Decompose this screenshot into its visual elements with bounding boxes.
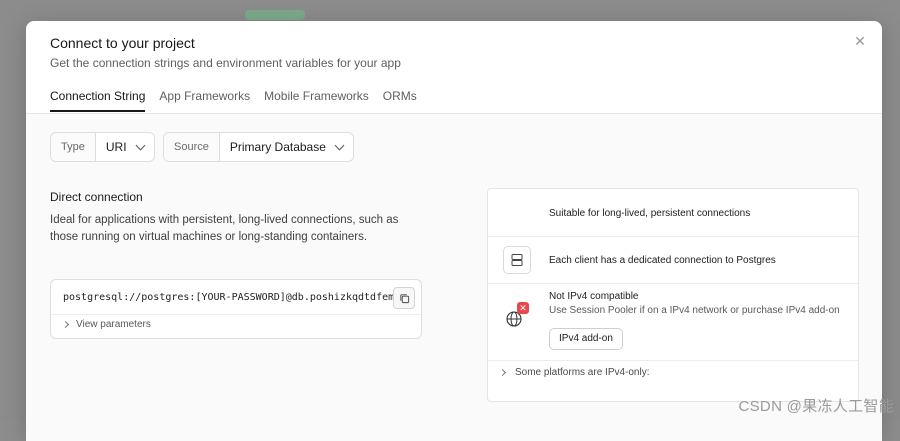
feature-row-suitable: Suitable for long-lived, persistent conn… xyxy=(488,189,858,237)
modal-subtitle: Get the connection strings and environme… xyxy=(50,56,401,70)
connection-string[interactable]: postgresql://postgres:[YOUR-PASSWORD]@db… xyxy=(63,292,400,303)
feature-row-dedicated: Each client has a dedicated connection t… xyxy=(488,236,858,284)
tab-app-frameworks[interactable]: App Frameworks xyxy=(159,89,250,108)
feature-suitable-text: Suitable for long-lived, persistent conn… xyxy=(549,208,751,219)
watermark: CSDN @果冻人工智能 xyxy=(738,398,894,415)
modal-title: Connect to your project xyxy=(50,35,195,51)
globe-icon-group: ✕ xyxy=(505,302,529,329)
ipv4-title: Not IPv4 compatible xyxy=(549,291,639,302)
chevron-right-icon xyxy=(61,320,70,329)
chevron-down-icon xyxy=(135,140,145,150)
tab-orms[interactable]: ORMs xyxy=(383,89,417,108)
modal-body: Type URI Source Primary Database Direct … xyxy=(26,114,882,441)
chevron-right-icon xyxy=(498,368,507,376)
ipv4-only-platforms-toggle[interactable]: Some platforms are IPv4-only: xyxy=(488,361,858,383)
direct-connection-title: Direct connection xyxy=(50,190,143,204)
source-value: Primary Database xyxy=(229,140,326,154)
chevron-down-icon xyxy=(334,140,345,150)
connect-modal: Connect to your project Get the connecti… xyxy=(26,21,882,441)
server-icon-box xyxy=(503,246,531,274)
feature-row-ipv4: ✕ Not IPv4 compatible Use Session Pooler… xyxy=(488,283,858,361)
direct-connection-description: Ideal for applications with persistent, … xyxy=(50,214,399,243)
tab-bar: Connection String App Frameworks Mobile … xyxy=(50,89,417,112)
view-parameters-label: View parameters xyxy=(76,319,151,330)
copy-icon xyxy=(399,293,409,303)
copy-button[interactable] xyxy=(393,287,415,309)
view-parameters-toggle[interactable]: View parameters xyxy=(61,319,151,330)
type-value: URI xyxy=(105,140,127,154)
x-badge-icon: ✕ xyxy=(517,302,529,314)
code-separator xyxy=(51,314,421,315)
ipv4-only-label: Some platforms are IPv4-only: xyxy=(515,366,650,378)
feature-dedicated-text: Each client has a dedicated connection t… xyxy=(549,255,776,266)
source-label: Source xyxy=(164,133,220,161)
server-icon xyxy=(511,254,523,266)
ipv4-addon-button[interactable]: IPv4 add-on xyxy=(549,328,623,350)
connection-features-panel: Suitable for long-lived, persistent conn… xyxy=(487,188,859,402)
source-dropdown[interactable]: Primary Database xyxy=(220,133,353,161)
connection-string-box: postgresql://postgres:[YOUR-PASSWORD]@db… xyxy=(50,279,422,339)
type-selector: Type URI xyxy=(50,132,155,162)
type-label: Type xyxy=(51,133,96,161)
ipv4-description: Use Session Pooler if on a IPv4 network … xyxy=(549,305,840,316)
tab-mobile-frameworks[interactable]: Mobile Frameworks xyxy=(264,89,369,108)
backdrop-pill xyxy=(245,10,305,20)
type-dropdown[interactable]: URI xyxy=(96,133,154,161)
tab-connection-string[interactable]: Connection String xyxy=(50,89,146,112)
close-icon[interactable]: ✕ xyxy=(852,33,868,49)
source-selector: Source Primary Database xyxy=(163,132,354,162)
